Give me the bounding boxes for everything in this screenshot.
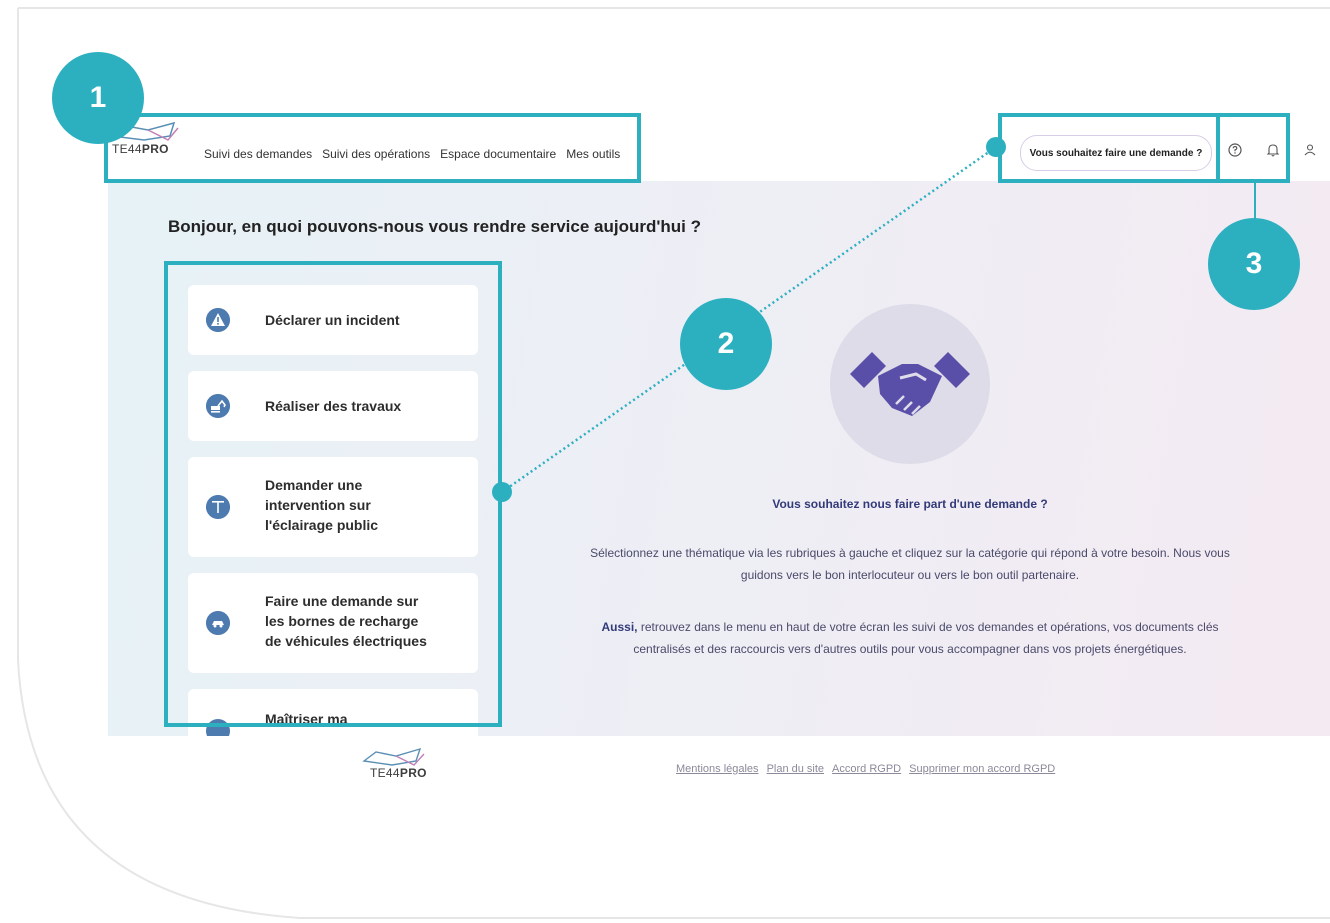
info-paragraph-1: Sélectionnez une thématique via les rubr… [590, 546, 1230, 582]
link-plan-du-site[interactable]: Plan du site [767, 763, 824, 775]
link-mentions-legales[interactable]: Mentions légales [676, 763, 759, 775]
highlight-icons [1216, 113, 1290, 183]
illustration-circle [830, 304, 990, 464]
info-paragraph-2: Aussi, retrouvez dans le menu en haut de… [601, 620, 1219, 656]
footer: TE44PRO Mentions légales Plan du site Ac… [108, 736, 1330, 806]
user-icon[interactable] [1302, 142, 1318, 158]
screenshot-frame: TE44PRO Suivi des demandes Suivi des opé… [0, 0, 1330, 923]
page-title: Bonjour, en quoi pouvons-nous vous rendr… [168, 217, 701, 236]
link-supprimer-rgpd[interactable]: Supprimer mon accord RGPD [909, 763, 1055, 775]
info-title: Vous souhaitez nous faire part d'une dem… [772, 497, 1048, 511]
callout-badge-3: 3 [1208, 218, 1300, 310]
footer-links: Mentions légales Plan du site Accord RGP… [676, 763, 1055, 775]
highlight-nav [104, 113, 641, 183]
handshake-icon [850, 352, 970, 416]
highlight-cta [998, 113, 1220, 183]
logo-text: TE44PRO [370, 766, 427, 780]
callout-badge-1: 1 [52, 52, 144, 144]
link-accord-rgpd[interactable]: Accord RGPD [832, 763, 901, 775]
handshake-logo-icon [362, 747, 425, 766]
callout-badge-2: 2 [680, 298, 772, 390]
footer-logo[interactable]: TE44PRO [360, 746, 430, 798]
highlight-cards [164, 261, 502, 727]
